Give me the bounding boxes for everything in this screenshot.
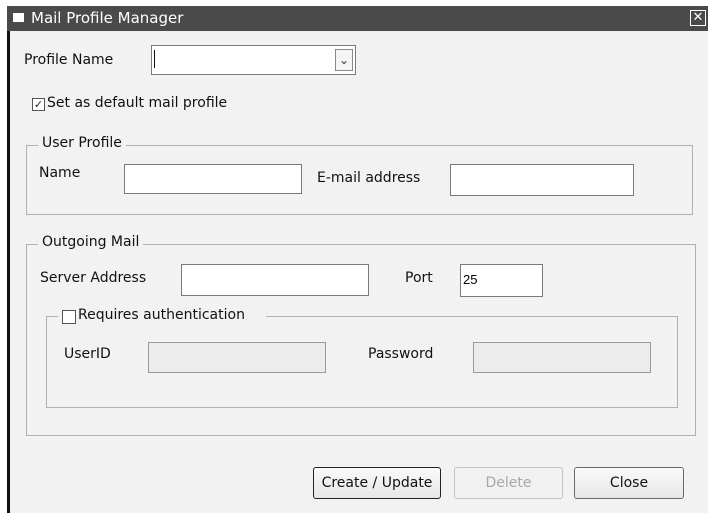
email-input[interactable]: [450, 164, 634, 196]
close-button[interactable]: Close: [574, 467, 684, 499]
userid-input[interactable]: [148, 342, 326, 373]
window-border: [7, 6, 10, 513]
server-address-label: Server Address: [40, 270, 147, 286]
port-input[interactable]: [460, 264, 543, 297]
user-name-label: Name: [39, 165, 81, 181]
default-profile-label[interactable]: Set as default mail profile: [47, 95, 227, 111]
default-profile-checkbox[interactable]: ✓: [32, 98, 45, 111]
window-icon: [13, 13, 24, 22]
userid-label: UserID: [64, 346, 111, 362]
password-input[interactable]: [473, 342, 651, 373]
text-caret: [154, 50, 155, 68]
title-bar[interactable]: Mail Profile Manager ✕: [7, 6, 708, 31]
create-update-button[interactable]: Create / Update: [313, 467, 441, 499]
chevron-down-icon[interactable]: ⌄: [335, 49, 353, 71]
delete-button[interactable]: Delete: [454, 467, 563, 499]
server-address-input[interactable]: [181, 264, 369, 296]
user-profile-legend: User Profile: [38, 135, 126, 151]
email-label: E-mail address: [317, 170, 421, 186]
outgoing-mail-legend: Outgoing Mail: [38, 234, 144, 250]
close-icon[interactable]: ✕: [690, 10, 706, 26]
window-title: Mail Profile Manager: [31, 9, 184, 27]
password-label: Password: [368, 346, 434, 362]
requires-auth-label[interactable]: Requires authentication: [78, 307, 245, 323]
user-name-input[interactable]: [124, 164, 302, 194]
profile-name-combobox[interactable]: ⌄: [151, 45, 356, 75]
port-label: Port: [405, 270, 433, 286]
profile-name-label: Profile Name: [24, 52, 114, 68]
requires-auth-checkbox[interactable]: [62, 310, 76, 324]
